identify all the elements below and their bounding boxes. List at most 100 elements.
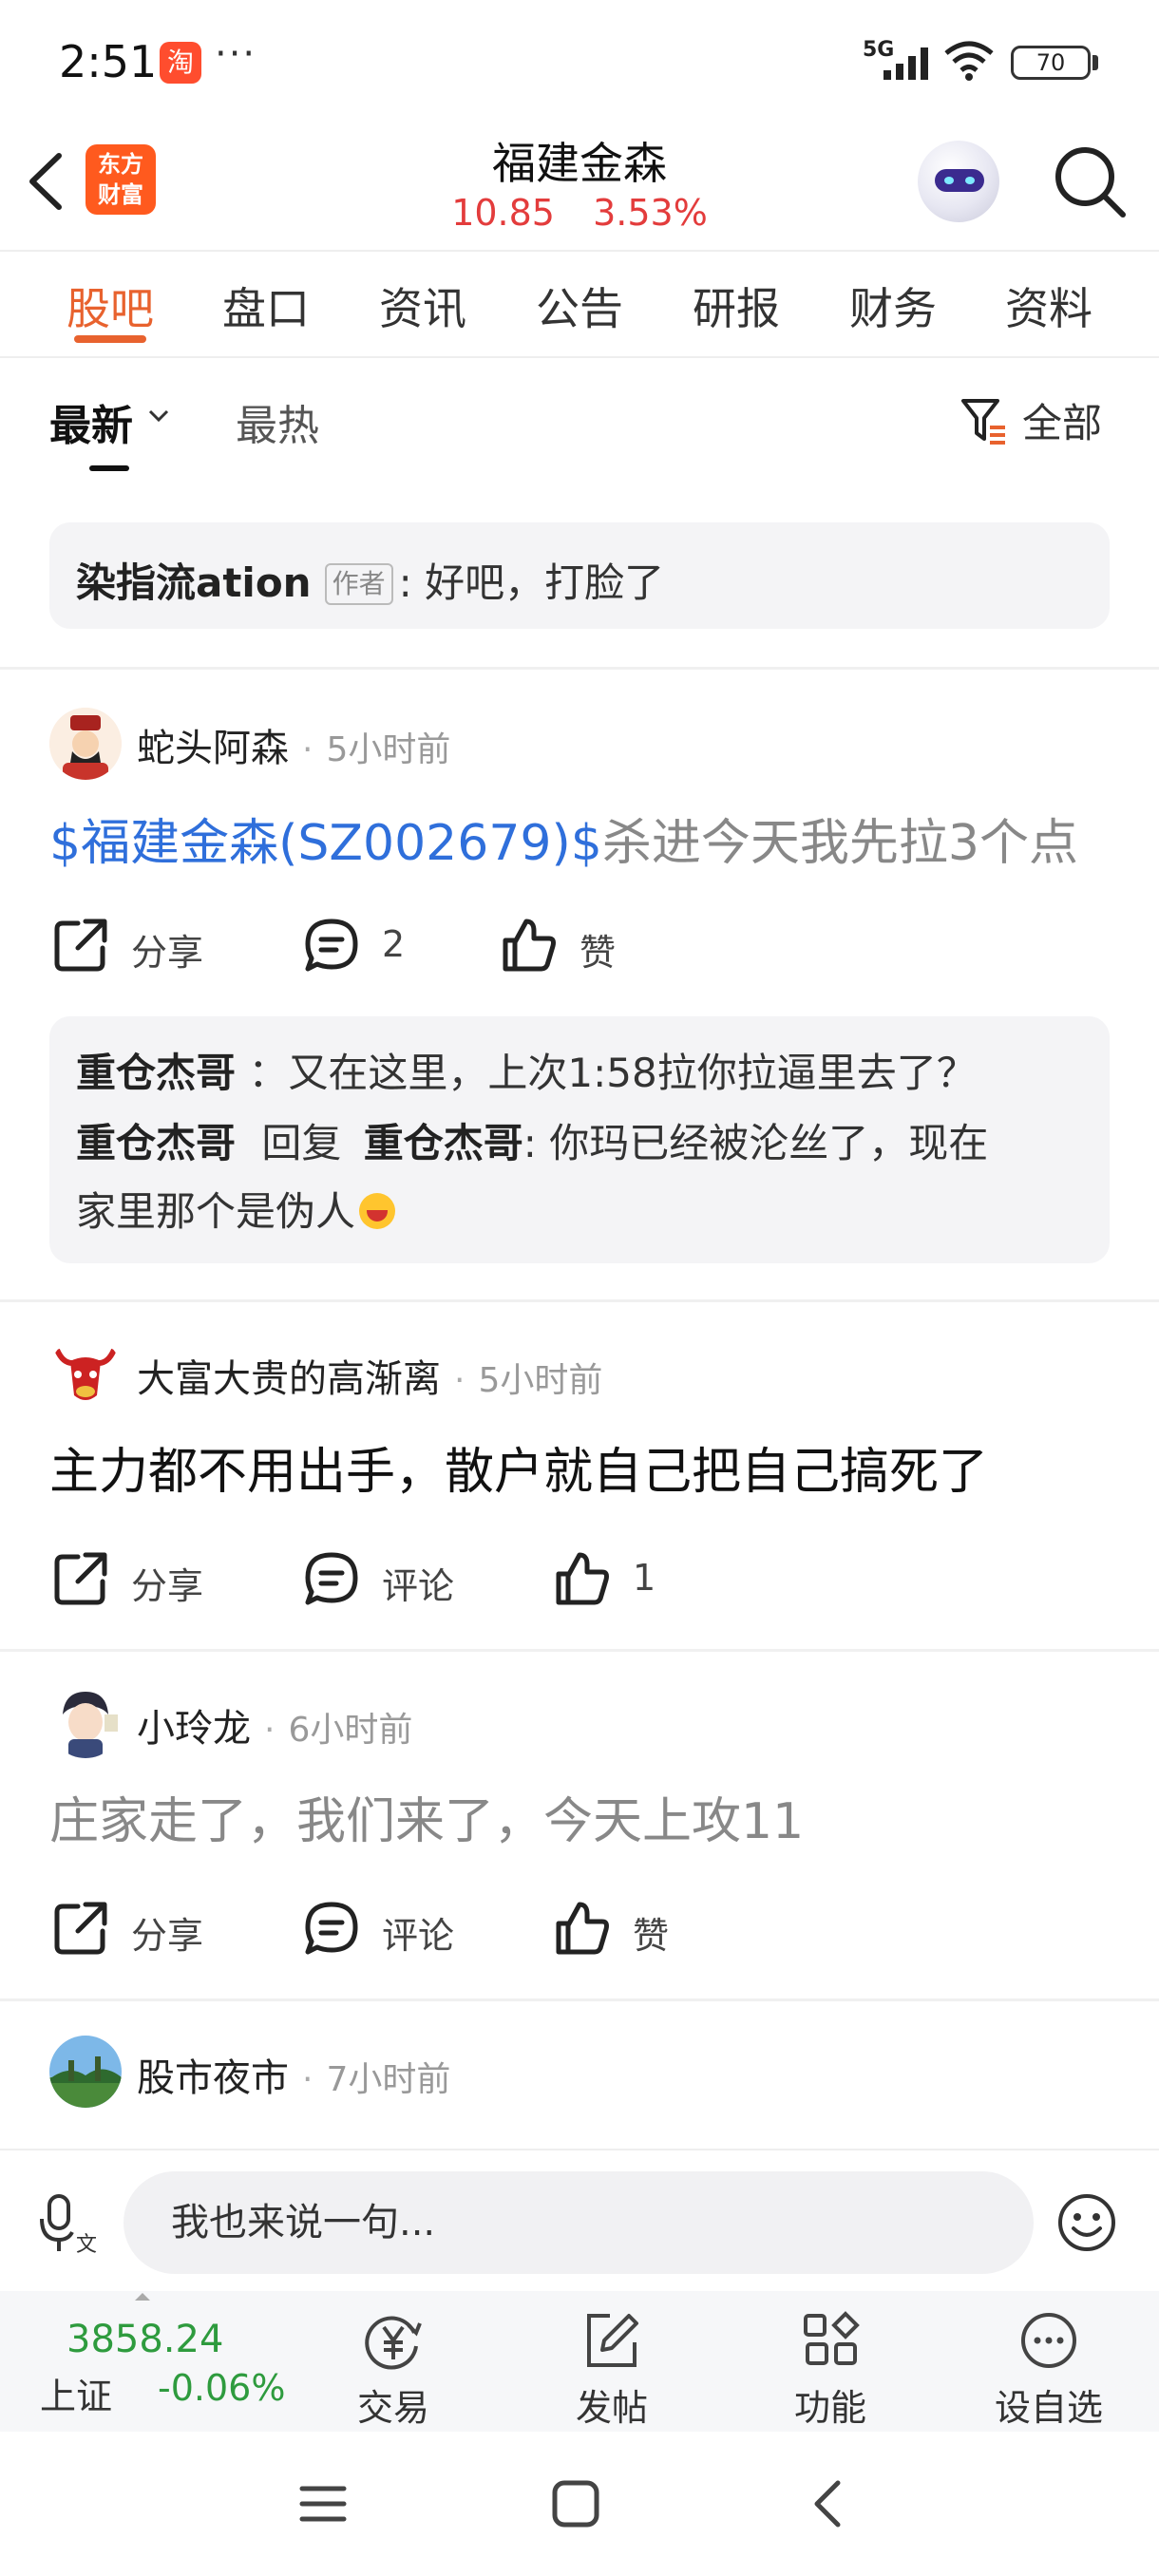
status-bar: 2:51 淘 ··· 5G 70 (0, 0, 1159, 123)
author-comment-body: : 好吧，打脸了 (398, 559, 665, 606)
battery-icon: 70 (1011, 46, 1091, 80)
share-label: 分享 (131, 932, 204, 974)
thumbs-up-icon (556, 1902, 609, 1955)
username[interactable]: 股市夜市 (137, 2056, 289, 2100)
tab-finance[interactable]: 财务 (826, 275, 960, 337)
laughing-emoji-icon (359, 1193, 396, 1229)
yen-exchange-icon (365, 2316, 422, 2370)
post-username[interactable]: 蛇头阿森5小时前 (137, 717, 450, 772)
back-icon[interactable] (800, 2475, 857, 2532)
reply-text-continued: 家里那个是伪人 (76, 1188, 356, 1235)
post-username[interactable]: 大富大贵的高渐离5小时前 (137, 1348, 602, 1403)
edit-post-icon (587, 2314, 638, 2367)
tab-pankou[interactable]: 盘口 (200, 275, 332, 337)
sort-underline (89, 465, 129, 471)
sort-row: 最新 最热 全部 (0, 361, 1159, 484)
sort-newest[interactable]: 最新 (49, 391, 133, 452)
tab-profile[interactable]: 资料 (982, 275, 1115, 337)
username[interactable]: 大富大贵的高渐离 (137, 1357, 441, 1401)
voice-input-icon[interactable]: 文 (38, 2192, 99, 2255)
share-button[interactable]: 分享 (51, 1545, 241, 1612)
share-icon (54, 1552, 107, 1605)
comment-icon (305, 1552, 358, 1605)
post-card[interactable]: 大富大贵的高渐离5小时前 主力都不用出手，散户就自己把自己搞死了 分享 评论 1 (0, 1302, 1159, 1648)
post-username[interactable]: 股市夜市7小时前 (137, 2047, 450, 2102)
index-change: -0.06% (158, 2367, 286, 2409)
nav-trade[interactable]: 交易 (327, 2302, 460, 2429)
post-time: 7小时前 (289, 2060, 450, 2099)
avatar-landscape-icon (49, 2036, 122, 2108)
thumbs-up-icon (503, 919, 556, 972)
stock-tag-link[interactable]: $福建金森(SZ002679)$ (49, 815, 602, 872)
home-icon[interactable] (547, 2475, 604, 2532)
thumbs-up-icon (556, 1552, 609, 1605)
comment-input[interactable] (124, 2171, 1034, 2274)
reply-username[interactable]: 重仓杰哥 (76, 1120, 236, 1166)
expand-caret-icon[interactable] (135, 2293, 150, 2301)
tab-research[interactable]: 研报 (670, 275, 803, 337)
comment-count: 2 (382, 923, 406, 965)
avatar[interactable] (49, 1686, 122, 1758)
reply-text: ：又在这里，上次1:58拉你拉逼里去了？ (248, 1050, 977, 1096)
emoji-icon[interactable] (1056, 2192, 1117, 2253)
post-content[interactable]: $福建金森(SZ002679)$杀进今天我先拉3个点 (49, 803, 1123, 874)
chevron-down-icon[interactable] (146, 407, 171, 426)
post-card[interactable]: 股市夜市7小时前 (0, 2001, 1159, 2149)
username[interactable]: 小玲龙 (137, 1707, 251, 1751)
reply-target-username[interactable]: 重仓杰哥 (364, 1120, 523, 1166)
nav-post[interactable]: 发帖 (545, 2302, 678, 2429)
post-username[interactable]: 小玲龙6小时前 (137, 1697, 412, 1752)
like-button[interactable]: 1 (553, 1545, 705, 1612)
comment-button[interactable]: 评论 (302, 1545, 492, 1612)
author-comment-card[interactable]: 染指流ation 作者: 好吧，打脸了 (49, 522, 1110, 629)
tab-announcements[interactable]: 公告 (513, 275, 646, 337)
like-button[interactable]: 赞 (553, 1895, 705, 1961)
like-button[interactable]: 赞 (500, 912, 652, 978)
filter-icon[interactable] (960, 395, 1009, 446)
avatar[interactable] (49, 708, 122, 780)
comment-icon (305, 919, 358, 972)
bottom-toolbar: 3858.24 上证 -0.06% 交易 发帖 功能 设自选 (0, 2291, 1159, 2432)
nav-trade-label: 交易 (356, 2387, 429, 2429)
filter-label[interactable]: 全部 (1022, 391, 1102, 449)
share-button[interactable]: 分享 (51, 912, 241, 978)
stock-price: 10.85 (451, 192, 555, 234)
avatar[interactable] (49, 1336, 122, 1409)
reply-item: 重仓杰哥 回复 重仓杰哥: 你玛已经被沦丝了，现在 (76, 1111, 988, 1169)
post-time: 5小时前 (441, 1361, 602, 1400)
comment-icon (305, 1902, 358, 1955)
robot-face (935, 169, 984, 192)
post-time: 5小时前 (289, 730, 450, 769)
search-icon[interactable] (1049, 141, 1129, 220)
share-label: 分享 (131, 1915, 204, 1957)
comment-input-bar: 文 (0, 2149, 1159, 2291)
comment-button[interactable]: 2 (302, 912, 454, 978)
like-count: 1 (633, 1557, 656, 1599)
ai-robot-icon[interactable] (918, 141, 999, 222)
recent-apps-icon[interactable] (294, 2475, 352, 2532)
reply-preview-box[interactable]: 重仓杰哥 ：又在这里，上次1:58拉你拉逼里去了？ 重仓杰哥 回复 重仓杰哥: … (49, 1016, 1110, 1263)
post-card[interactable]: 小玲龙6小时前 庄家走了，我们来了，今天上攻11 分享 评论 赞 (0, 1652, 1159, 1998)
robot-eye-right (965, 177, 975, 184)
author-name[interactable]: 染指流ation (76, 559, 312, 606)
tab-news[interactable]: 资讯 (356, 275, 489, 337)
nav-post-label: 发帖 (575, 2387, 648, 2429)
username[interactable]: 蛇头阿森 (137, 727, 289, 770)
nav-add-watchlist[interactable]: 设自选 (982, 2302, 1115, 2429)
nav-functions-label: 功能 (793, 2387, 866, 2429)
post-time: 6小时前 (251, 1711, 412, 1750)
post-content[interactable]: 主力都不用出手，散户就自己把自己搞死了 (49, 1431, 1123, 1503)
reply-username[interactable]: 重仓杰哥 (76, 1050, 236, 1096)
stock-header: 东方 财富 福建金森 10.85 3.53% (0, 123, 1159, 252)
signal-icon (884, 47, 928, 80)
nav-functions[interactable]: 功能 (764, 2302, 897, 2429)
like-label: 赞 (633, 1915, 670, 1957)
post-content[interactable]: 庄家走了，我们来了，今天上攻11 (49, 1781, 1123, 1852)
status-time: 2:51 (59, 36, 158, 87)
sort-hottest[interactable]: 最热 (236, 391, 319, 452)
share-button[interactable]: 分享 (51, 1895, 241, 1961)
stock-tabs: 股吧 盘口 资讯 公告 研报 财务 资料 (0, 254, 1159, 358)
avatar[interactable] (49, 2036, 122, 2108)
tab-guba[interactable]: 股吧 (44, 275, 177, 337)
comment-button[interactable]: 评论 (302, 1895, 492, 1961)
